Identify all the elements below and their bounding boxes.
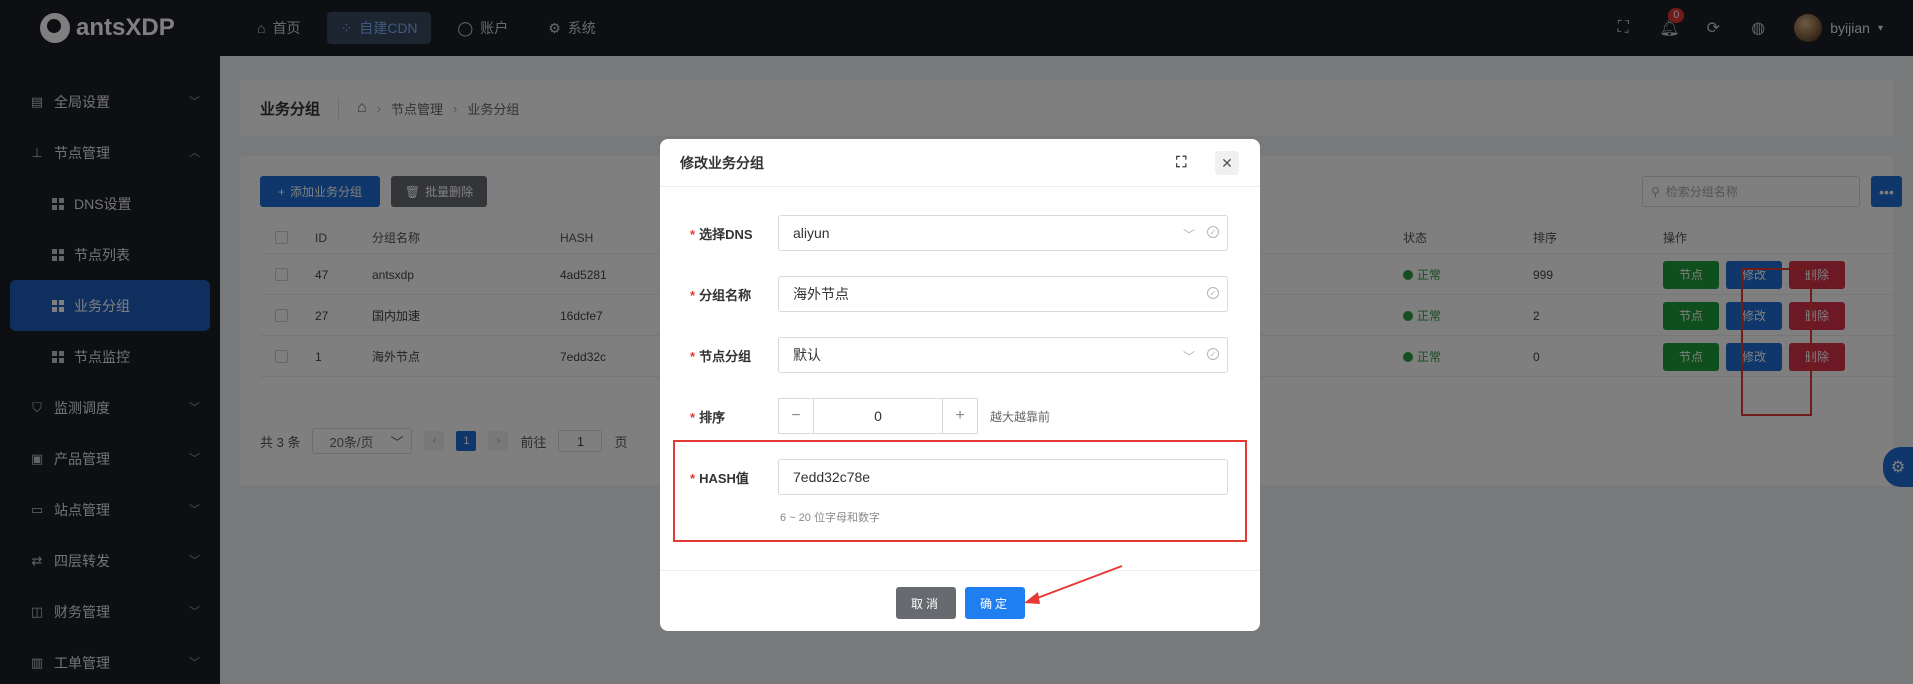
sort-input[interactable]: 0 bbox=[814, 398, 942, 434]
dialog-footer: 取消 确定 bbox=[660, 570, 1260, 631]
hash-help-text: 6 ~ 20 位字母和数字 bbox=[780, 512, 880, 524]
node-group-label: 节点分组 bbox=[699, 348, 752, 364]
dns-value: aliyun bbox=[793, 225, 830, 241]
cancel-button[interactable]: 取消 bbox=[896, 587, 956, 619]
field-label: * 节点分组 bbox=[690, 348, 752, 364]
field-hash: * HASH值 7edd32c78e bbox=[690, 459, 1235, 495]
field-label: * 分组名称 bbox=[690, 287, 752, 303]
sort-hint: 越大越靠前 bbox=[990, 409, 1051, 424]
arrow-head bbox=[1024, 592, 1040, 604]
name-label: 分组名称 bbox=[699, 287, 752, 303]
check-circle-icon: ✓ bbox=[1207, 348, 1219, 360]
field-label: * HASH值 bbox=[690, 470, 749, 486]
dialog-header: 修改业务分组 ⛶ ✕ bbox=[660, 139, 1260, 187]
node-group-value: 默认 bbox=[793, 347, 821, 363]
hash-label: HASH值 bbox=[699, 470, 749, 486]
arrow-line bbox=[1031, 565, 1123, 601]
chevron-down-icon: ﹀ bbox=[1182, 350, 1195, 364]
field-label: * 排序 bbox=[690, 409, 726, 425]
sort-label: 排序 bbox=[699, 409, 726, 425]
fullscreen-icon[interactable]: ⛶ bbox=[1176, 154, 1187, 171]
check-circle-icon: ✓ bbox=[1207, 287, 1219, 299]
dialog-title: 修改业务分组 bbox=[680, 154, 764, 171]
dns-label: 选择DNS bbox=[699, 226, 753, 242]
close-icon[interactable]: ✕ bbox=[1215, 151, 1239, 175]
field-label: * 选择DNS bbox=[690, 226, 753, 242]
field-sort: * 排序 − 0 + 越大越靠前 bbox=[690, 398, 1235, 434]
field-node-group: * 节点分组 默认 ﹀ ✓ bbox=[690, 337, 1235, 373]
dns-select[interactable]: aliyun ﹀ ✓ bbox=[778, 215, 1228, 251]
field-dns: * 选择DNS aliyun ﹀ ✓ bbox=[690, 215, 1235, 251]
node-group-select[interactable]: 默认 ﹀ ✓ bbox=[778, 337, 1228, 373]
name-value: 海外节点 bbox=[793, 286, 849, 302]
edit-group-dialog: 修改业务分组 ⛶ ✕ * 选择DNS aliyun ﹀ ✓ * 分组名称 海外节点 ✓… bbox=[660, 139, 1260, 631]
chevron-down-icon: ﹀ bbox=[1182, 228, 1195, 242]
decrement-button[interactable]: − bbox=[778, 398, 814, 434]
annotation-arrow bbox=[1024, 565, 1123, 604]
check-circle-icon: ✓ bbox=[1207, 226, 1219, 238]
increment-button[interactable]: + bbox=[942, 398, 978, 434]
hash-value: 7edd32c78e bbox=[793, 469, 871, 485]
sort-stepper: − 0 + bbox=[778, 398, 978, 434]
field-name: * 分组名称 海外节点 ✓ bbox=[690, 276, 1235, 312]
group-name-input[interactable]: 海外节点 ✓ bbox=[778, 276, 1228, 312]
confirm-button[interactable]: 确定 bbox=[965, 587, 1025, 619]
hash-input[interactable]: 7edd32c78e bbox=[778, 459, 1228, 495]
